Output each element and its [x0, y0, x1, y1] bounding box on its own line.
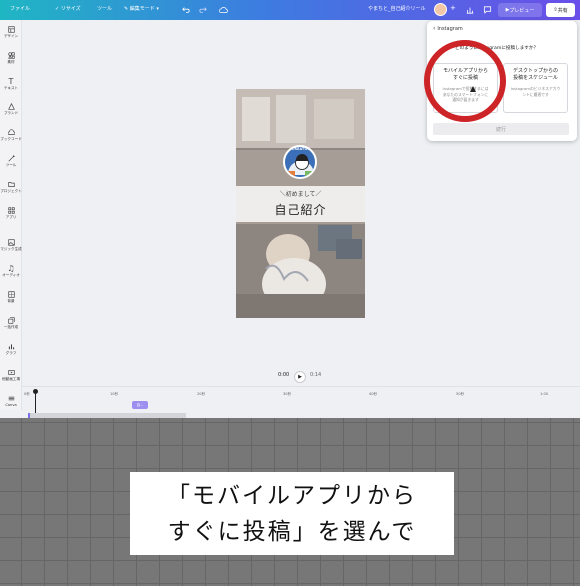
instruction-caption: 「モバイルアプリから すぐに投稿」を選んで [130, 472, 454, 555]
edit-mode-dropdown[interactable]: ✎ 編集モード ▾ [124, 5, 159, 12]
badge-label: CREATOR [291, 147, 311, 151]
timeline-tick: 20秒 [197, 392, 206, 396]
timeline-tick: 1:00 [540, 392, 549, 396]
playhead-knob[interactable] [33, 389, 38, 394]
preview-button[interactable]: ▶ プレビュー [498, 3, 542, 17]
layout-icon [7, 25, 15, 33]
sidebar-item-apps[interactable]: アプリ [0, 206, 22, 220]
audio-clip-badge[interactable]: 自... [132, 401, 148, 409]
timeline-tick: 40秒 [369, 392, 378, 396]
cloud-icon [7, 128, 15, 136]
greeting-text: ＼初めまして／ [279, 191, 322, 198]
caption-line-1: 「モバイルアプリから [167, 482, 417, 509]
redo-icon[interactable] [198, 4, 208, 15]
timeline-tick: 10秒 [110, 392, 119, 396]
video-icon [7, 368, 15, 376]
cloud-save-icon[interactable] [218, 4, 228, 15]
sidebar-item-audio[interactable]: ♫ オーディオ [0, 264, 22, 278]
left-sidebar: デザイン 素材 T テキスト ブランド ブックコード ツール プロジェクト アプ… [0, 20, 22, 410]
menu-icon [7, 394, 15, 402]
play-button[interactable]: ▶ [294, 371, 306, 383]
timeline-tick: 30秒 [283, 392, 292, 396]
analytics-icon[interactable] [465, 4, 475, 15]
panel-title: Instagram [437, 26, 463, 32]
sidebar-item-background[interactable]: 背景 [0, 290, 22, 304]
draw-icon [7, 154, 15, 162]
design-page[interactable]: CREATOR ＼初めまして／ 自己紹介 [236, 89, 365, 318]
brand-icon [7, 102, 15, 110]
document-title[interactable]: やまちと_自己紹介リール [368, 5, 426, 12]
sidebar-item-bookcode[interactable]: ブックコード [0, 128, 22, 142]
music-note-icon: ♫ [7, 263, 15, 273]
timeline-tick: 50秒 [456, 392, 465, 396]
background-icon [7, 290, 15, 298]
sidebar-item-chart[interactable]: グラフ [0, 342, 22, 356]
sidebar-item-projects[interactable]: プロジェクト [0, 180, 22, 194]
back-button[interactable]: ‹ Instagram [433, 25, 463, 32]
folder-icon [7, 180, 15, 188]
title-text: 自己紹介 [274, 203, 327, 217]
mouse-cursor-icon [470, 86, 476, 92]
total-time: 0:14 [310, 372, 322, 378]
continue-button[interactable]: 続行 [433, 123, 569, 135]
caption-line-2: すぐに投稿」を選んで [167, 518, 417, 545]
title-banner: ＼初めまして／ 自己紹介 [236, 186, 365, 222]
current-time: 0:00 [278, 372, 290, 378]
text-icon: T [8, 76, 14, 86]
share-button[interactable]: ⇧ 共有 [546, 3, 575, 17]
user-avatar[interactable] [434, 3, 447, 16]
option-schedule-desktop[interactable]: デスクトップからの 投稿をスケジュール Instagramのビジネスアカウ ント… [503, 63, 568, 113]
play-icon: ▶ [298, 374, 302, 380]
chart-icon [7, 342, 15, 350]
shapes-icon [7, 51, 15, 59]
top-toolbar: ファイル ✓ リサイズ ツール ✎ 編集モード ▾ やまちと_自己紹介リール +… [0, 0, 580, 20]
menu-tools[interactable]: ツール [97, 5, 112, 12]
sidebar-item-video[interactable]: 他動画工場 [0, 368, 22, 382]
timeline-tick: 0秒 [24, 392, 30, 396]
sidebar-item-design[interactable]: デザイン [0, 25, 22, 39]
sidebar-item-brand[interactable]: ブランド [0, 102, 22, 116]
undo-icon[interactable] [181, 4, 191, 15]
comment-icon[interactable] [482, 4, 492, 15]
sidebar-item-bulk-create[interactable]: 一括作成 [0, 316, 22, 330]
image-icon [7, 238, 15, 246]
sidebar-item-text[interactable]: T テキスト [0, 77, 22, 91]
menu-resize[interactable]: ✓ リサイズ [55, 5, 81, 12]
sidebar-item-magic[interactable]: マジック生成 [0, 238, 22, 252]
timeline[interactable]: 0秒 10秒 20秒 30秒 40秒 50秒 1:00 自... [22, 386, 580, 419]
add-icon[interactable]: + [450, 4, 456, 12]
bulk-create-icon [7, 316, 15, 324]
highlight-circle [424, 40, 506, 122]
apps-grid-icon [7, 206, 15, 214]
sidebar-item-tools[interactable]: ツール [0, 154, 22, 168]
sidebar-item-elements[interactable]: 素材 [0, 51, 22, 65]
sidebar-item-canva[interactable]: Canva [0, 394, 22, 407]
menu-file[interactable]: ファイル [10, 5, 30, 12]
